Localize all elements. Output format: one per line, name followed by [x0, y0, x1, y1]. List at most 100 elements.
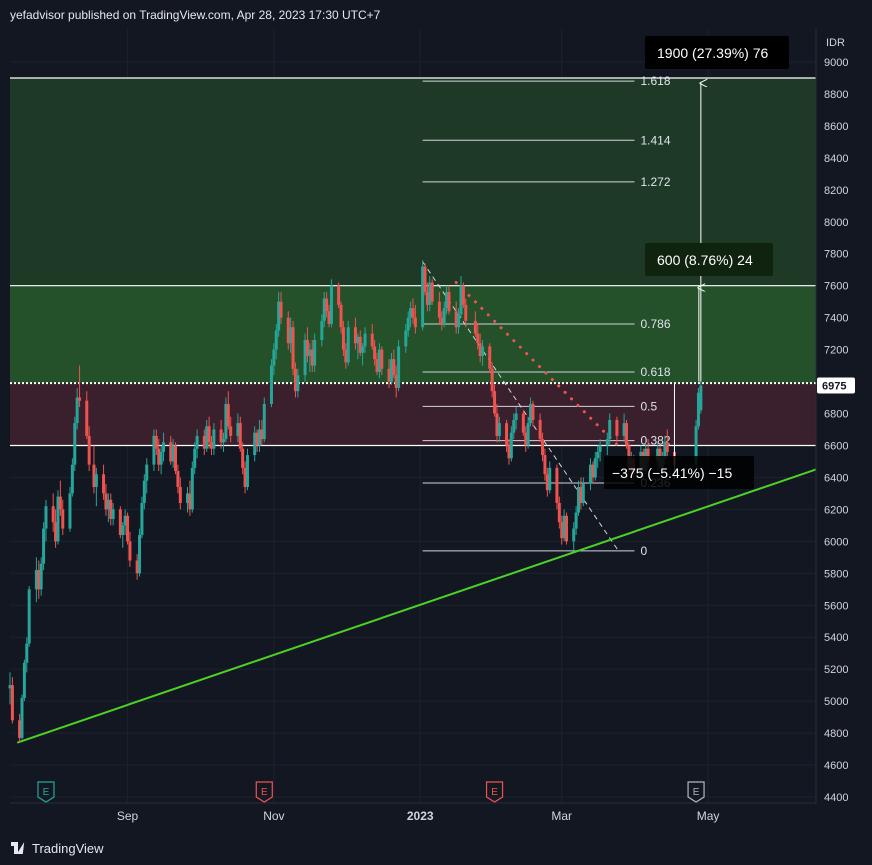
- candle-body: [159, 451, 163, 465]
- price-axis-tick: 5800: [824, 568, 848, 580]
- price-axis-tick: 6400: [824, 472, 848, 484]
- candle-body: [598, 445, 602, 452]
- measure-label-text: 1900 (27.39%) 76: [657, 45, 769, 61]
- candle-body: [406, 317, 410, 331]
- fib-level-label: 0.618: [641, 365, 671, 379]
- candle-body: [126, 515, 130, 542]
- candle-body: [423, 266, 427, 293]
- candle-body: [442, 308, 446, 325]
- candle-body: [521, 413, 525, 433]
- candle-body: [221, 439, 225, 443]
- candle-body: [68, 493, 72, 529]
- candle-body: [493, 391, 497, 414]
- price-axis-tick: 8000: [824, 217, 848, 229]
- candle-body: [392, 359, 396, 376]
- fib-level-label: 1.414: [641, 133, 671, 147]
- candle-body: [229, 426, 233, 436]
- price-chart[interactable]: 00.2360.3820.50.6180.7861.2721.4141.618 …: [0, 0, 872, 832]
- candle-body: [341, 327, 345, 350]
- candle-body: [461, 285, 465, 305]
- candle-body: [430, 282, 434, 302]
- candle-body: [329, 285, 333, 325]
- candle-body: [10, 685, 14, 721]
- candle-up: [42, 522, 46, 571]
- price-axis-tick: 5400: [824, 632, 848, 644]
- candle-up: [73, 416, 77, 472]
- candle-up: [397, 340, 401, 392]
- candle-body: [296, 375, 300, 392]
- measure-label-600[interactable]: 600 (8.76%) 24: [645, 243, 773, 276]
- candle-body: [262, 403, 266, 440]
- candle-body: [361, 346, 365, 353]
- measure-label-1900[interactable]: 1900 (27.39%) 76: [645, 36, 789, 69]
- price-axis-tick: 8600: [824, 121, 848, 133]
- candle-body: [70, 464, 74, 494]
- earnings-marker-label: E: [43, 787, 50, 798]
- tradingview-logo[interactable]: TradingView: [11, 840, 104, 856]
- measure-label-375[interactable]: −375 (−5.41%) −15: [604, 456, 754, 489]
- candle-body: [397, 346, 401, 388]
- last-price-badge[interactable]: 6975: [817, 377, 855, 394]
- candle-body: [572, 528, 576, 542]
- candle-body: [665, 442, 669, 452]
- candle-body: [437, 301, 441, 318]
- candle-down: [624, 419, 628, 449]
- candle-body: [212, 429, 216, 449]
- candle-body: [313, 340, 317, 366]
- candle-down: [565, 512, 569, 545]
- price-axis-tick: 8800: [824, 89, 848, 101]
- fib-level-label: 0.786: [641, 317, 671, 331]
- time-axis[interactable]: Sep Nov 2023 Mar May: [117, 809, 720, 823]
- candle-body: [190, 467, 194, 510]
- candle-body: [140, 503, 144, 535]
- candle-body: [574, 512, 578, 529]
- candle-body: [615, 419, 619, 436]
- price-axis-tick: 4800: [824, 728, 848, 740]
- last-price-label: 6975: [822, 381, 846, 393]
- candle-down: [174, 442, 178, 475]
- candle-up: [699, 381, 703, 414]
- price-axis-tick: 8200: [824, 185, 848, 197]
- candle-body: [102, 474, 106, 494]
- candle-body: [51, 506, 55, 523]
- candle-body: [581, 483, 585, 503]
- candle-body: [512, 419, 516, 433]
- candle-body: [447, 292, 451, 312]
- candle-body: [481, 346, 485, 356]
- candle-down: [126, 512, 130, 545]
- price-axis-unit: IDR: [826, 37, 845, 49]
- price-axis-tick: 9000: [824, 57, 848, 69]
- candle-body: [565, 515, 569, 542]
- price-axis-tick: 6800: [824, 409, 848, 421]
- candle-up: [27, 586, 31, 647]
- candle-body: [320, 320, 324, 341]
- candle-body: [195, 435, 199, 449]
- price-axis-tick: 4600: [824, 760, 848, 772]
- fib-level-label: 0.5: [641, 399, 658, 413]
- candle-down: [488, 343, 492, 372]
- candle-body: [226, 403, 230, 427]
- candle-body: [42, 528, 46, 564]
- candle-body: [555, 467, 559, 503]
- candle-body: [58, 496, 62, 510]
- tradingview-logo-icon: [11, 842, 28, 854]
- earnings-marker-label: E: [261, 787, 268, 798]
- candle-body: [25, 643, 29, 663]
- price-axis-tick: 5000: [824, 696, 848, 708]
- candle-down: [430, 279, 434, 305]
- candle-body: [73, 423, 77, 465]
- time-axis-tick: Sep: [117, 809, 139, 823]
- candle-up: [20, 694, 24, 740]
- candle-body: [337, 285, 341, 305]
- candle-body: [548, 467, 552, 491]
- price-axis-tick: 5200: [824, 664, 848, 676]
- candle-body: [154, 435, 158, 449]
- candle-down: [291, 320, 295, 376]
- candle-down: [461, 282, 465, 309]
- candle-body: [39, 563, 43, 590]
- candle-up: [329, 279, 333, 328]
- price-axis-tick: 6600: [824, 440, 848, 452]
- price-axis[interactable]: IDR 9000 8800 8600 8400 8200 8000 7800 7600 7400 7…: [817, 37, 855, 804]
- candle-body: [505, 423, 509, 446]
- candle-body: [269, 365, 273, 404]
